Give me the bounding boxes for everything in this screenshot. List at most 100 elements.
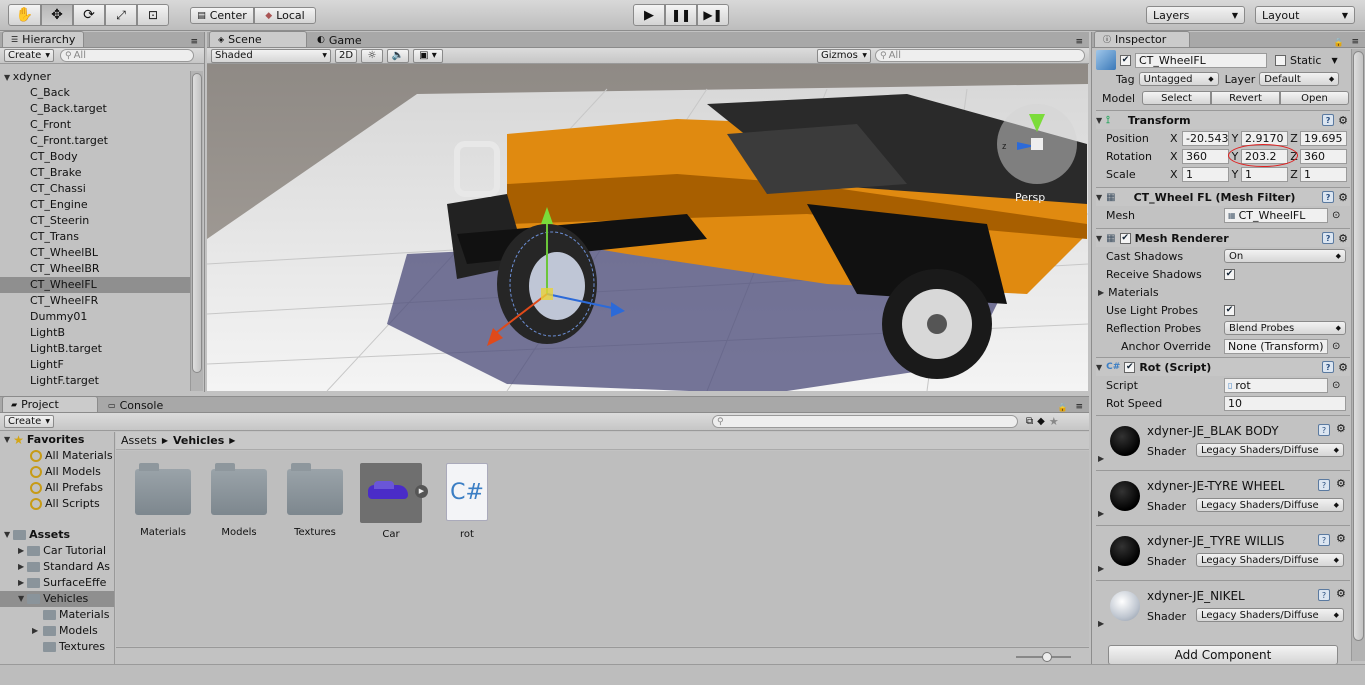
hierarchy-item[interactable]: CT_Trans — [0, 229, 190, 245]
dropdown-arrow-icon[interactable]: ▼ — [1331, 56, 1337, 65]
expand-arrow-icon[interactable]: ▼ — [1096, 234, 1102, 243]
model-select-button[interactable]: Select — [1142, 91, 1211, 105]
filter-by-label-icon[interactable]: ◆ — [1037, 416, 1045, 427]
hierarchy-item[interactable]: CT_Brake — [0, 165, 190, 181]
scene-orientation-gizmo[interactable]: z — [997, 104, 1077, 184]
panel-menu-icon[interactable]: ≡ — [1075, 37, 1083, 47]
pivot-center-button[interactable]: ▤ Center — [190, 7, 254, 24]
anchor-override-field[interactable]: None (Transform) — [1224, 338, 1328, 354]
asset-tree-item[interactable]: ▶ Models — [0, 623, 114, 639]
help-icon[interactable]: ? — [1322, 361, 1335, 373]
use-light-probes-checkbox[interactable]: ✔ — [1224, 304, 1235, 316]
shading-mode-dropdown[interactable]: Shaded ▼ — [211, 48, 331, 63]
position-x-field[interactable]: -20.543 — [1182, 130, 1229, 146]
lighting-toggle-icon[interactable]: ☼ — [361, 48, 383, 63]
layout-dropdown[interactable]: Layout ▼ — [1255, 6, 1355, 24]
collapse-arrow-icon[interactable]: ▶ — [1098, 454, 1104, 463]
mesh-renderer-enabled-checkbox[interactable]: ✔ — [1119, 232, 1131, 244]
help-icon[interactable]: ? — [1322, 114, 1335, 126]
gear-icon[interactable]: ⚙ — [1336, 587, 1346, 600]
hierarchy-search-input[interactable]: ⚲ All — [60, 49, 194, 62]
hierarchy-item[interactable]: CT_WheelBR — [0, 261, 190, 277]
favorite-item[interactable]: All Materials — [0, 448, 114, 464]
hierarchy-item[interactable]: CT_WheelBL — [0, 245, 190, 261]
help-icon[interactable]: ? — [1318, 534, 1330, 546]
scene-viewport[interactable]: z Persp — [207, 64, 1088, 391]
transform-component-header[interactable]: ▼ ⟟ Transform ? ⚙ — [1096, 110, 1350, 129]
hierarchy-item[interactable]: C_Back — [0, 85, 190, 101]
collapse-arrow-icon[interactable]: ▶ — [32, 623, 40, 639]
object-name-field[interactable]: CT_WheelFL — [1135, 52, 1267, 68]
inspector-scrollbar[interactable] — [1351, 49, 1365, 661]
expand-arrow-icon[interactable]: ▼ — [18, 591, 24, 607]
hierarchy-item[interactable]: Dummy01 — [0, 309, 190, 325]
lock-icon[interactable]: 🔒 — [1333, 38, 1343, 47]
expand-arrow-icon[interactable]: ▼ — [4, 73, 13, 82]
receive-shadows-checkbox[interactable]: ✔ — [1224, 268, 1235, 280]
breadcrumb-assets[interactable]: Assets — [121, 434, 157, 447]
gear-icon[interactable]: ⚙ — [1336, 422, 1346, 435]
collapse-arrow-icon[interactable]: ▶ — [1098, 509, 1104, 518]
expand-arrow-icon[interactable]: ▼ — [1096, 116, 1102, 125]
move-tool-icon[interactable]: ✥ — [41, 4, 73, 26]
mesh-filter-component-header[interactable]: ▼ ▦ CT_Wheel FL (Mesh Filter) ? ⚙ — [1096, 187, 1350, 206]
help-icon[interactable]: ? — [1322, 191, 1335, 203]
hierarchy-item[interactable]: CT_WheelFL — [0, 277, 190, 293]
panel-menu-icon[interactable]: ≡ — [1351, 37, 1359, 47]
scale-y-field[interactable]: 1 — [1241, 166, 1288, 182]
model-revert-button[interactable]: Revert — [1211, 91, 1280, 105]
active-checkbox[interactable]: ✔ — [1120, 54, 1131, 66]
rot-script-enabled-checkbox[interactable]: ✔ — [1124, 361, 1136, 373]
model-open-button[interactable]: Open — [1280, 91, 1349, 105]
gear-icon[interactable]: ⚙ — [1336, 532, 1346, 545]
thumbnail-size-slider[interactable] — [1016, 652, 1071, 662]
asset-tree-item[interactable]: ▼ Vehicles — [0, 591, 114, 607]
hierarchy-item[interactable]: CT_Steerin — [0, 213, 190, 229]
favorite-item[interactable]: All Scripts — [0, 496, 114, 512]
materials-row[interactable]: ▶ Materials — [1096, 283, 1350, 301]
mesh-renderer-component-header[interactable]: ▼ ▦ ✔ Mesh Renderer ? ⚙ — [1096, 228, 1350, 247]
scale-z-field[interactable]: 1 — [1300, 166, 1347, 182]
gear-icon[interactable]: ⚙ — [1338, 361, 1348, 374]
project-search-input[interactable]: ⚲ — [712, 415, 1018, 428]
shader-dropdown[interactable]: Legacy Shaders/Diffuse ◆ — [1196, 498, 1344, 512]
asset-tree-item[interactable]: ▶ SurfaceEffe — [0, 575, 114, 591]
collapse-arrow-icon[interactable]: ▶ — [18, 559, 24, 575]
audio-toggle-icon[interactable]: 🔈 — [387, 48, 409, 63]
pivot-local-button[interactable]: ◆ Local — [254, 7, 316, 24]
object-picker-icon[interactable]: ⊙ — [1332, 341, 1340, 352]
rect-tool-icon[interactable]: ⊡ — [137, 4, 169, 26]
favorite-item[interactable]: All Models — [0, 464, 114, 480]
persp-label[interactable]: Persp — [1015, 191, 1045, 204]
breadcrumb-vehicles[interactable]: Vehicles — [173, 434, 224, 447]
hierarchy-create-button[interactable]: Create ▼ — [4, 49, 54, 62]
tab-console[interactable]: ▭ Console — [99, 397, 172, 412]
filter-by-type-icon[interactable]: ⧉ — [1026, 416, 1033, 427]
object-picker-icon[interactable]: ⊙ — [1332, 380, 1340, 391]
favorites-header[interactable]: ▼ ★ Favorites — [0, 432, 114, 448]
material-block[interactable]: ▶ xdyner-JE_BLAK BODY? ⚙ Shader Legacy Shade… — [1096, 415, 1350, 470]
hierarchy-item[interactable]: C_Front.target — [0, 133, 190, 149]
panel-menu-icon[interactable]: ≡ — [1075, 402, 1083, 412]
favorite-star-icon[interactable]: ★ — [1049, 415, 1059, 428]
rotation-x-field[interactable]: 360 — [1182, 148, 1229, 164]
collapse-arrow-icon[interactable]: ▶ — [1098, 564, 1104, 573]
asset-tree-item[interactable]: ▶ Standard As — [0, 559, 114, 575]
hierarchy-item[interactable]: LightF — [0, 357, 190, 373]
scrollbar-thumb[interactable] — [192, 73, 202, 373]
tab-project[interactable]: ▰ Project — [2, 396, 98, 412]
tab-hierarchy[interactable]: ☰ Hierarchy — [2, 31, 85, 47]
step-icon[interactable]: ▶❚ — [697, 4, 729, 26]
tab-scene[interactable]: ◈ Scene — [209, 31, 307, 47]
asset-folder-materials[interactable]: Materials — [132, 463, 194, 538]
hierarchy-item[interactable]: C_Front — [0, 117, 190, 133]
slider-handle[interactable] — [1042, 652, 1052, 662]
assets-header[interactable]: ▼ Assets — [0, 527, 114, 543]
gizmos-dropdown[interactable]: Gizmos ▼ — [817, 48, 871, 63]
rotation-z-field[interactable]: 360 — [1300, 148, 1347, 164]
favorite-item[interactable]: All Prefabs — [0, 480, 114, 496]
script-object-field[interactable]: ▯ rot — [1224, 377, 1328, 393]
rotate-tool-icon[interactable]: ⟳ — [73, 4, 105, 26]
collapse-arrow-icon[interactable]: ▶ — [18, 575, 24, 591]
scale-tool-icon[interactable]: ⤢ — [105, 4, 137, 26]
